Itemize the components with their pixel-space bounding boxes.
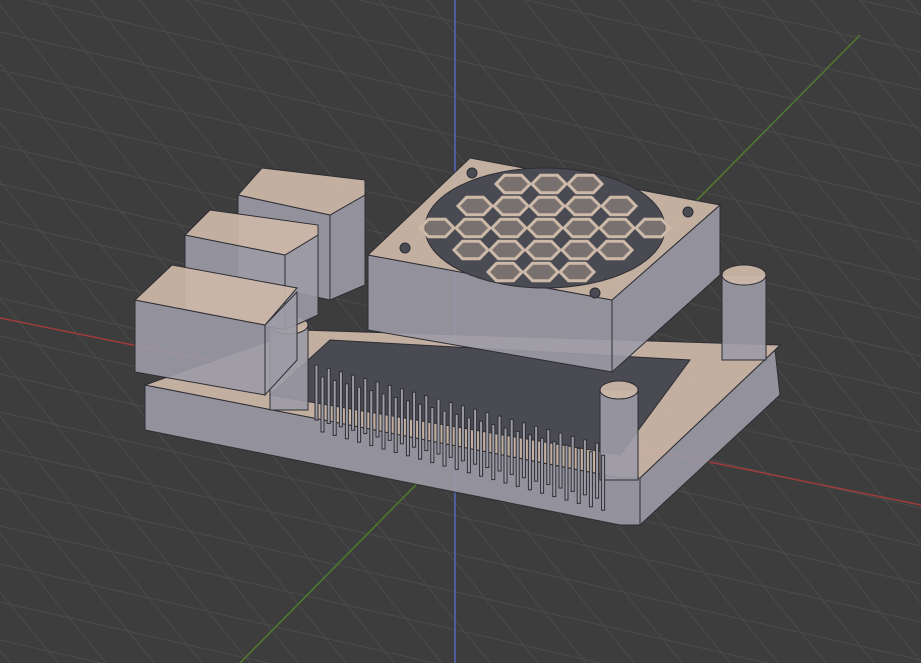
honeycomb-cell [455, 195, 495, 217]
gpio-pin [570, 435, 575, 492]
honeycomb-cell [529, 173, 569, 195]
gpio-pin [491, 424, 496, 481]
gpio-pin [540, 437, 545, 494]
grid-line [692, 0, 921, 53]
grid-line [859, 0, 921, 76]
honeycomb-cell [599, 195, 639, 217]
gpio-pin [558, 432, 563, 489]
gpio-pin [527, 434, 532, 491]
gpio-pin [515, 430, 520, 487]
standoff-post [599, 389, 639, 481]
gpio-pin [442, 410, 447, 467]
gpio-pin [405, 400, 410, 457]
gpio-pin [332, 379, 337, 436]
gpio-pin [534, 425, 539, 482]
gpio-pin [466, 417, 471, 474]
gpio-pin [564, 444, 569, 501]
honeycomb-cell [525, 217, 565, 239]
gpio-pin [552, 441, 557, 498]
gpio-pin [344, 383, 349, 440]
grid-line [0, 415, 203, 663]
honeycomb-cell [453, 217, 493, 239]
honeycomb-cell [489, 217, 529, 239]
honeycomb-cell [487, 239, 527, 261]
gpio-pin [473, 408, 478, 465]
gpio-pin [369, 390, 374, 447]
honeycomb-cell [561, 217, 601, 239]
standoff-top [721, 264, 767, 286]
3d-viewport[interactable] [0, 0, 921, 663]
grid-line [359, 0, 921, 129]
gpio-pin [509, 418, 514, 475]
honeycomb-cell [521, 261, 561, 283]
grid-line [0, 650, 11, 663]
grid-line [0, 525, 601, 663]
gpio-pin [320, 376, 325, 433]
standoff-top [599, 380, 639, 400]
gpio-pin [357, 386, 362, 443]
grid-line [0, 487, 768, 663]
honeycomb-cell [451, 239, 491, 261]
honeycomb-cell [527, 195, 567, 217]
screw-hole [589, 287, 601, 299]
honeycomb-cell [559, 239, 599, 261]
gpio-pin [546, 429, 551, 486]
gpio-pin [338, 371, 343, 428]
raspberry-pi-case-model[interactable] [133, 157, 782, 527]
gpio-pin [497, 415, 502, 472]
grid-line [0, 639, 102, 663]
honeycomb-cell [523, 239, 563, 261]
gpio-pin [503, 427, 508, 484]
gpio-pin [412, 391, 417, 448]
gpio-pin [393, 396, 398, 453]
gpio-pin [399, 388, 404, 445]
honeycomb-cell [493, 173, 533, 195]
gpio-pin [576, 447, 581, 504]
honeycomb-cell [595, 239, 635, 261]
grid-line [763, 0, 921, 193]
viewport-canvas[interactable] [0, 0, 921, 663]
gpio-pin [351, 374, 356, 431]
gpio-pin [460, 405, 465, 462]
honeycomb-cell [633, 217, 673, 239]
gpio-pin [314, 364, 319, 421]
gpio-pin [381, 393, 386, 450]
screw-hole [682, 206, 694, 218]
honeycomb-cell [597, 217, 637, 239]
gpio-pin [387, 384, 392, 441]
gpio-pin [363, 378, 368, 435]
honeycomb-cell [491, 195, 531, 217]
gpio-pin [521, 422, 526, 479]
honeycomb-cell [563, 195, 603, 217]
grid-line [526, 0, 921, 91]
gpio-pin [588, 451, 593, 508]
screw-hole [399, 242, 411, 254]
gpio-pin [418, 403, 423, 460]
gpio-pin [601, 454, 606, 511]
grid-line [0, 601, 268, 663]
gpio-pin [430, 407, 435, 464]
honeycomb-cell [485, 261, 525, 283]
gpio-pin [436, 398, 441, 455]
gpio-pin [424, 395, 429, 452]
standoff-post [721, 274, 767, 361]
gpio-pin [595, 442, 600, 499]
gpio-pin [326, 367, 331, 424]
honeycomb-cell [565, 173, 605, 195]
gpio-pin [479, 420, 484, 477]
gpio-pin [454, 413, 459, 470]
gpio-pin [448, 401, 453, 458]
gpio-pin [375, 381, 380, 438]
gpio-pin [485, 412, 490, 469]
screw-hole [466, 167, 478, 179]
grid-line [0, 591, 59, 663]
honeycomb-cell [557, 261, 597, 283]
gpio-pin [582, 439, 587, 496]
honeycomb-cell [417, 217, 457, 239]
